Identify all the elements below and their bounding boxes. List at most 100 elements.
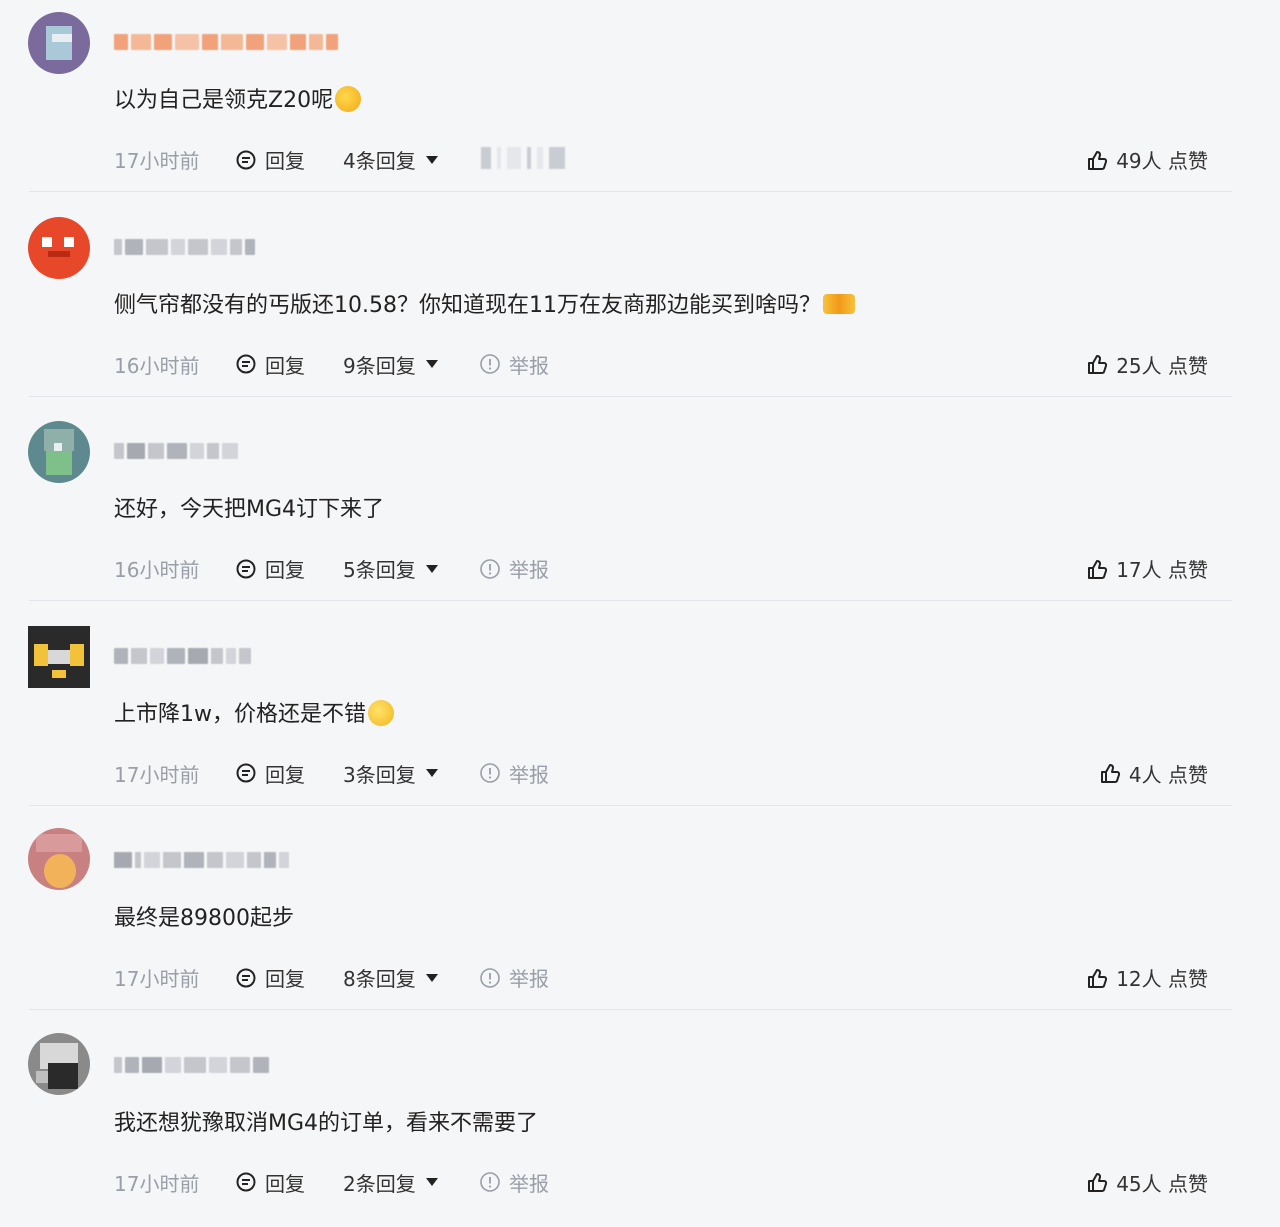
view-replies-button[interactable]: 8条回复: [343, 963, 438, 992]
comment-text: 最终是89800起步: [114, 904, 294, 934]
username-obscured[interactable]: [114, 236, 255, 258]
caret-down-icon: [426, 565, 438, 573]
caret-down-icon: [426, 974, 438, 982]
avatar[interactable]: [28, 12, 90, 74]
reply-label: 回复: [265, 759, 305, 788]
reply-label: 回复: [265, 554, 305, 583]
replies-count: 3条回复: [343, 759, 416, 788]
caret-down-icon: [426, 156, 438, 164]
likes-count: 49人 点赞: [1116, 145, 1208, 174]
like-button[interactable]: 49人 点赞: [1086, 145, 1208, 174]
comment-item: 还好，今天把MG4订下来了 16小时前 回复 5条回复 举报 17人 点赞: [0, 409, 1280, 614]
comment-meta: 17小时前 回复 2条回复 举报 45人 点赞: [114, 1168, 1208, 1196]
username-obscured[interactable]: [114, 645, 251, 667]
view-replies-button[interactable]: 5条回复: [343, 554, 438, 583]
likes-count: 12人 点赞: [1116, 963, 1208, 992]
thumbs-up-icon: [1086, 1171, 1108, 1193]
report-label: 举报: [509, 350, 549, 379]
view-replies-button[interactable]: 3条回复: [343, 759, 438, 788]
view-replies-button[interactable]: 9条回复: [343, 350, 438, 379]
report-label: 举报: [509, 554, 549, 583]
fire-emoji: [823, 294, 855, 314]
avatar[interactable]: [28, 217, 90, 279]
comment-item: 我还想犹豫取消MG4的订单，看来不需要了 17小时前 回复 2条回复 举报 45…: [0, 1023, 1280, 1227]
avatar[interactable]: [28, 1033, 90, 1095]
replies-count: 5条回复: [343, 554, 416, 583]
report-label: 举报: [509, 1168, 549, 1197]
like-button[interactable]: 17人 点赞: [1086, 554, 1208, 583]
reply-button[interactable]: 回复: [235, 554, 305, 583]
comment-item: 最终是89800起步 17小时前 回复 8条回复 举报 12人 点赞: [0, 818, 1280, 1023]
report-button[interactable]: 举报: [479, 554, 549, 583]
reply-label: 回复: [265, 1168, 305, 1197]
comment-item: 侧气帘都没有的丐版还10.58？你知道现在11万在友商那边能买到啥吗？ 16小时…: [0, 205, 1280, 410]
comment-time: 17小时前: [114, 145, 199, 174]
thumbs-up-icon: [1086, 558, 1108, 580]
username-obscured[interactable]: [114, 31, 338, 53]
report-button[interactable]: 举报: [479, 1168, 549, 1197]
reply-button[interactable]: 回复: [235, 1168, 305, 1197]
alert-circle-icon: [479, 1171, 501, 1193]
replies-count: 8条回复: [343, 963, 416, 992]
reply-button[interactable]: 回复: [235, 759, 305, 788]
comment-meta: 16小时前 回复 5条回复 举报 17人 点赞: [114, 554, 1208, 582]
caret-down-icon: [426, 360, 438, 368]
alert-circle-icon: [479, 558, 501, 580]
comment-time: 17小时前: [114, 963, 199, 992]
comment-meta: 17小时前 回复 8条回复 举报 12人 点赞: [114, 963, 1208, 991]
like-button[interactable]: 12人 点赞: [1086, 963, 1208, 992]
chat-icon: [235, 762, 257, 784]
comment-text: 还好，今天把MG4订下来了: [114, 495, 384, 525]
username-obscured[interactable]: [114, 1054, 269, 1076]
report-button[interactable]: 举报: [479, 963, 549, 992]
avatar[interactable]: [28, 828, 90, 890]
avatar[interactable]: [28, 421, 90, 483]
chat-icon: [235, 1171, 257, 1193]
avatar[interactable]: [28, 626, 90, 688]
username-obscured[interactable]: [114, 440, 238, 462]
thumbs-up-icon: [1099, 762, 1121, 784]
reply-button[interactable]: 回复: [235, 350, 305, 379]
username-obscured[interactable]: [114, 849, 289, 871]
divider: [29, 600, 1232, 601]
comment-text: 以为自己是领克Z20呢: [114, 86, 361, 116]
rofl-emoji: [335, 86, 361, 112]
chat-icon: [235, 149, 257, 171]
comment-item: 以为自己是领克Z20呢 17小时前 回复 4条回复 49人 点赞: [0, 0, 1280, 205]
comment-time: 17小时前: [114, 759, 199, 788]
alert-circle-icon: [479, 762, 501, 784]
view-replies-button[interactable]: 4条回复: [343, 145, 438, 174]
like-button[interactable]: 45人 点赞: [1086, 1168, 1208, 1197]
replies-count: 4条回复: [343, 145, 416, 174]
likes-count: 4人 点赞: [1129, 759, 1208, 788]
comment-time: 17小时前: [114, 1168, 199, 1197]
report-label: 举报: [509, 963, 549, 992]
like-button[interactable]: 4人 点赞: [1099, 759, 1208, 788]
comment-meta: 17小时前 回复 4条回复 49人 点赞: [114, 145, 1208, 173]
chat-icon: [235, 353, 257, 375]
report-button[interactable]: 举报: [479, 350, 549, 379]
chat-icon: [235, 967, 257, 989]
comment-text: 我还想犹豫取消MG4的订单，看来不需要了: [114, 1109, 538, 1139]
thumbs-up-icon: [1086, 967, 1108, 989]
reply-button[interactable]: 回复: [235, 963, 305, 992]
likes-count: 25人 点赞: [1116, 350, 1208, 379]
reply-button[interactable]: 回复: [235, 145, 305, 174]
chat-icon: [235, 558, 257, 580]
report-button[interactable]: 举报: [479, 759, 549, 788]
thumbs-up-icon: [1086, 353, 1108, 375]
smile-emoji: [368, 700, 394, 726]
comment-meta: 17小时前 回复 3条回复 举报 4人 点赞: [114, 759, 1208, 787]
caret-down-icon: [426, 769, 438, 777]
divider: [29, 191, 1232, 192]
view-replies-button[interactable]: 2条回复: [343, 1168, 438, 1197]
divider: [29, 396, 1232, 397]
divider: [29, 805, 1232, 806]
alert-circle-icon: [479, 967, 501, 989]
likes-count: 17人 点赞: [1116, 554, 1208, 583]
comment-meta: 16小时前 回复 9条回复 举报 25人 点赞: [114, 350, 1208, 378]
comment-time: 16小时前: [114, 350, 199, 379]
comment-item: 上市降1w，价格还是不错 17小时前 回复 3条回复 举报 4人 点赞: [0, 614, 1280, 819]
like-button[interactable]: 25人 点赞: [1086, 350, 1208, 379]
replies-count: 9条回复: [343, 350, 416, 379]
